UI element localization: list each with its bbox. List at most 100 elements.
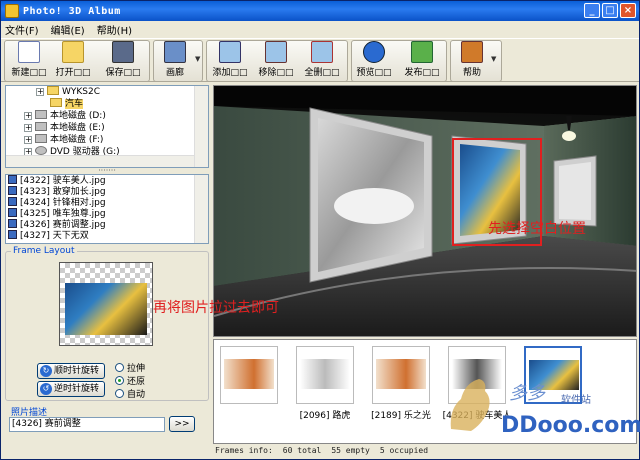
remove-image-icon [265,41,287,63]
thumbnail-image [376,359,426,389]
frame-preview [59,262,153,346]
list-item[interactable]: [4326] 赛前调整.jpg [6,219,208,230]
status-frames-info-label: Frames info: [215,446,273,455]
dvd-icon [35,146,47,155]
tree-item[interactable]: + 本地磁盘 (F:) [6,134,208,146]
rotate-clockwise-button[interactable]: ↻ 顺时针旋转 [37,363,105,379]
image-file-icon [8,230,17,239]
image-file-icon [8,197,17,206]
gallery-icon [164,41,186,63]
rotate-cw-icon: ↻ [40,365,52,377]
minimize-button[interactable]: _ [584,3,600,18]
status-occupied: 5 occupied [379,446,429,455]
watermark-url: DDooo.com [501,413,640,438]
thumbnail-item[interactable] [372,346,430,404]
thumbnail-item[interactable] [296,346,354,404]
hint-select-empty-slot: 先选择空白位置 [488,221,586,237]
help-book-icon [461,41,483,63]
filelist-vertical-scrollbar[interactable] [194,175,208,243]
expand-icon[interactable]: + [24,136,32,144]
radio-restore[interactable]: 还原 [115,376,145,388]
maximize-button[interactable]: □ [602,3,618,18]
thumbnail-label: [2096] 路虎 [299,411,351,421]
add-image-icon [219,41,241,63]
radio-stretch[interactable]: 拉伸 [115,363,145,375]
open-folder-icon [62,41,84,63]
status-total: 60 total [282,446,322,455]
photo-description-apply-button[interactable]: >> [169,416,195,432]
save-button[interactable]: 保存□□ [101,41,145,79]
image-file-icon [8,186,17,195]
radio-dot [115,389,124,398]
status-bar: Frames info: 60 total 55 empty 5 occupie… [213,445,637,457]
thumbnail-label: [2189] 乐之光 [371,411,431,421]
tree-item[interactable]: + 本地磁盘 (E:) [6,122,208,134]
thumbnail-image [300,359,350,389]
add-button[interactable]: 添加□□ [209,41,251,79]
view-dropdown-icon[interactable]: ▼ [195,55,200,63]
view-button[interactable]: 画廊 [157,41,193,79]
tree-item[interactable]: + 本地磁盘 (D:) [6,110,208,122]
tree-vertical-scrollbar[interactable] [194,86,208,167]
title-bar: Photo! 3D Album _ □ × [1,1,639,21]
frame-layout-legend: Frame Layout [11,246,77,256]
list-item[interactable]: [4324] 针锋相对.jpg [6,197,208,208]
image-file-icon [8,219,17,228]
tree-item-selected[interactable]: 汽车 [6,98,208,110]
radio-dot [115,363,124,372]
list-item[interactable]: [4325] 唯车独尊.jpg [6,208,208,219]
drive-icon [35,110,47,119]
photo-description-input[interactable]: [4326] 赛前调整 [9,417,165,432]
clear-all-button[interactable]: 全删□□ [301,41,343,79]
folder-tree[interactable]: + WYKS2C 汽车 + 本地磁盘 (D:) + 本地磁盘 (E:) + 本地磁盘 (… [5,85,209,168]
expand-icon[interactable]: + [36,88,44,96]
menu-file[interactable]: 文件(F) [5,22,39,37]
drive-icon [35,134,47,143]
horse-logo-icon [450,379,490,431]
rotate-ccw-icon: ↺ [40,383,52,395]
publish-button[interactable]: 发布□□ [401,41,443,79]
thumbnail-image [224,359,274,389]
status-empty: 55 empty [331,446,370,455]
expand-icon[interactable]: + [24,112,32,120]
help-button[interactable]: 帮助 [455,41,489,79]
hint-drag-image: 再将图片拉过去即可 [153,300,279,316]
list-item[interactable]: [4327] 天下无双 [6,230,208,241]
new-button[interactable]: 新建□□ [9,41,49,79]
play-icon [363,41,385,63]
frame-preview-photo [65,283,147,335]
folder-icon [47,86,59,95]
help-dropdown-icon[interactable]: ▼ [491,55,496,63]
window-controls: _ □ × [584,3,636,18]
publish-house-icon [411,41,433,63]
new-document-icon [18,41,40,63]
rotate-counterclockwise-button[interactable]: ↺ 逆时针旋转 [37,381,105,397]
image-file-icon [8,208,17,217]
menu-help[interactable]: 帮助(H) [97,22,132,37]
window-title: Photo! 3D Album [23,5,121,17]
preview-button[interactable]: 预览□□ [353,41,395,79]
save-disk-icon [112,41,134,63]
drive-icon [35,122,47,131]
list-item[interactable]: [4323] 敢穿加长.jpg [6,186,208,197]
menu-bar: 文件(F) 编辑(E) 帮助(H) [1,21,639,37]
open-button[interactable]: 打开□□ [53,41,93,79]
toolbar: 新建□□ 打开□□ 保存□□ 画廊 ▼ 添加□□ 移除□□ 全删□□ 预览□□ … [1,38,639,82]
thumbnail-item[interactable] [220,346,278,404]
app-window: Photo! 3D Album _ □ × 文件(F) 编辑(E) 帮助(H) … [0,0,640,460]
watermark-logo: 多多 软件站 DDooo.com [441,365,640,445]
watermark-tagline: 软件站 [561,395,591,406]
image-file-icon [8,175,17,184]
tree-item[interactable]: + WYKS2C [6,86,208,98]
radio-dot-selected [115,376,124,385]
folder-open-icon [50,98,62,107]
radio-auto[interactable]: 自动 [115,389,145,401]
close-button[interactable]: × [620,3,636,18]
clear-all-icon [311,41,333,63]
file-list[interactable]: [4322] 驶车美人.jpg [4323] 敢穿加长.jpg [4324] 针… [5,174,209,244]
menu-edit[interactable]: 编辑(E) [51,22,85,37]
expand-icon[interactable]: + [24,124,32,132]
remove-button[interactable]: 移除□□ [255,41,297,79]
list-item[interactable]: [4322] 驶车美人.jpg [6,175,208,186]
app-icon [5,4,19,18]
